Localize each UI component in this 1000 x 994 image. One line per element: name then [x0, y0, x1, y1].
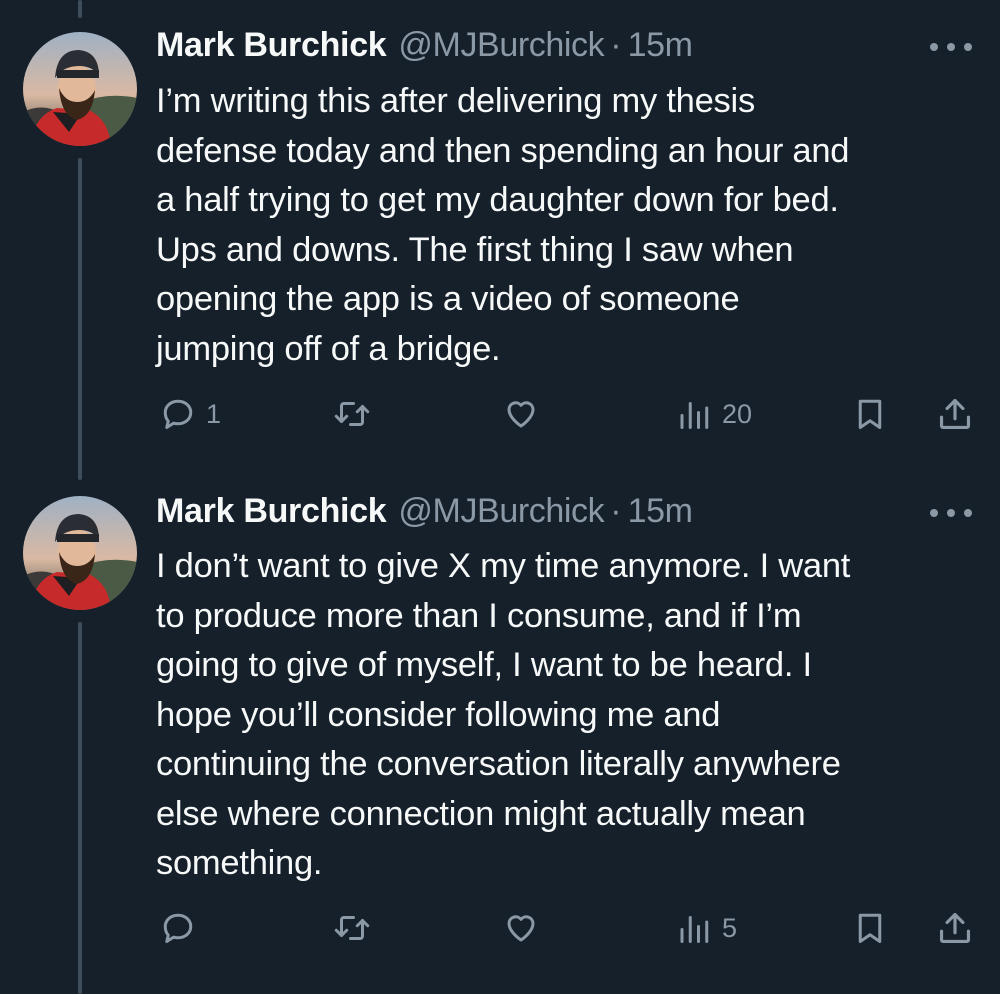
- tweet-text: I don’t want to give X my time anymore. …: [156, 542, 976, 889]
- tweet-actions: 5: [0, 906, 1000, 950]
- bookmark-icon: [858, 913, 882, 943]
- retweet-icon: [334, 916, 370, 940]
- bookmark-button[interactable]: [852, 906, 888, 950]
- timestamp[interactable]: 15m: [628, 492, 693, 531]
- more-dot: [930, 509, 938, 517]
- tweet-text-line: something.: [156, 844, 323, 882]
- views-icon: [680, 916, 709, 943]
- separator-dot: ·: [610, 492, 622, 530]
- share-icon: [939, 912, 971, 944]
- tweet-text-line: to produce more than I consume, and if I…: [156, 596, 802, 635]
- tweet[interactable]: Mark Burchick @MJBurchick · 15m I don’t …: [0, 0, 1000, 994]
- author-handle[interactable]: @MJBurchick: [398, 492, 604, 531]
- like-button[interactable]: [502, 906, 550, 950]
- more-dot: [947, 509, 955, 517]
- avatar[interactable]: [23, 496, 137, 610]
- author-name[interactable]: Mark Burchick: [156, 492, 387, 531]
- tweet-text-line: going to give of myself, I want to be he…: [156, 646, 812, 684]
- tweet-text-line: I don’t want to give X my time anymore. …: [156, 547, 851, 585]
- tweet-text-line: hope you’ll consider following me and: [156, 695, 721, 734]
- tweet-header: Mark Burchick @MJBurchick · 15m: [156, 492, 693, 532]
- share-button[interactable]: [936, 906, 974, 950]
- more-horizontal-icon[interactable]: [930, 503, 972, 523]
- views-button[interactable]: 5: [676, 906, 737, 950]
- tweet-text-line: else where connection might actually mea…: [156, 794, 806, 833]
- reply-icon: [163, 913, 193, 943]
- retweet-button[interactable]: [332, 906, 382, 950]
- reply-button[interactable]: [160, 906, 206, 950]
- more-dot: [964, 509, 972, 517]
- views-count: 5: [722, 912, 738, 943]
- heart-icon: [507, 915, 535, 942]
- tweet-text-line: continuing the conversation literally an…: [156, 745, 841, 783]
